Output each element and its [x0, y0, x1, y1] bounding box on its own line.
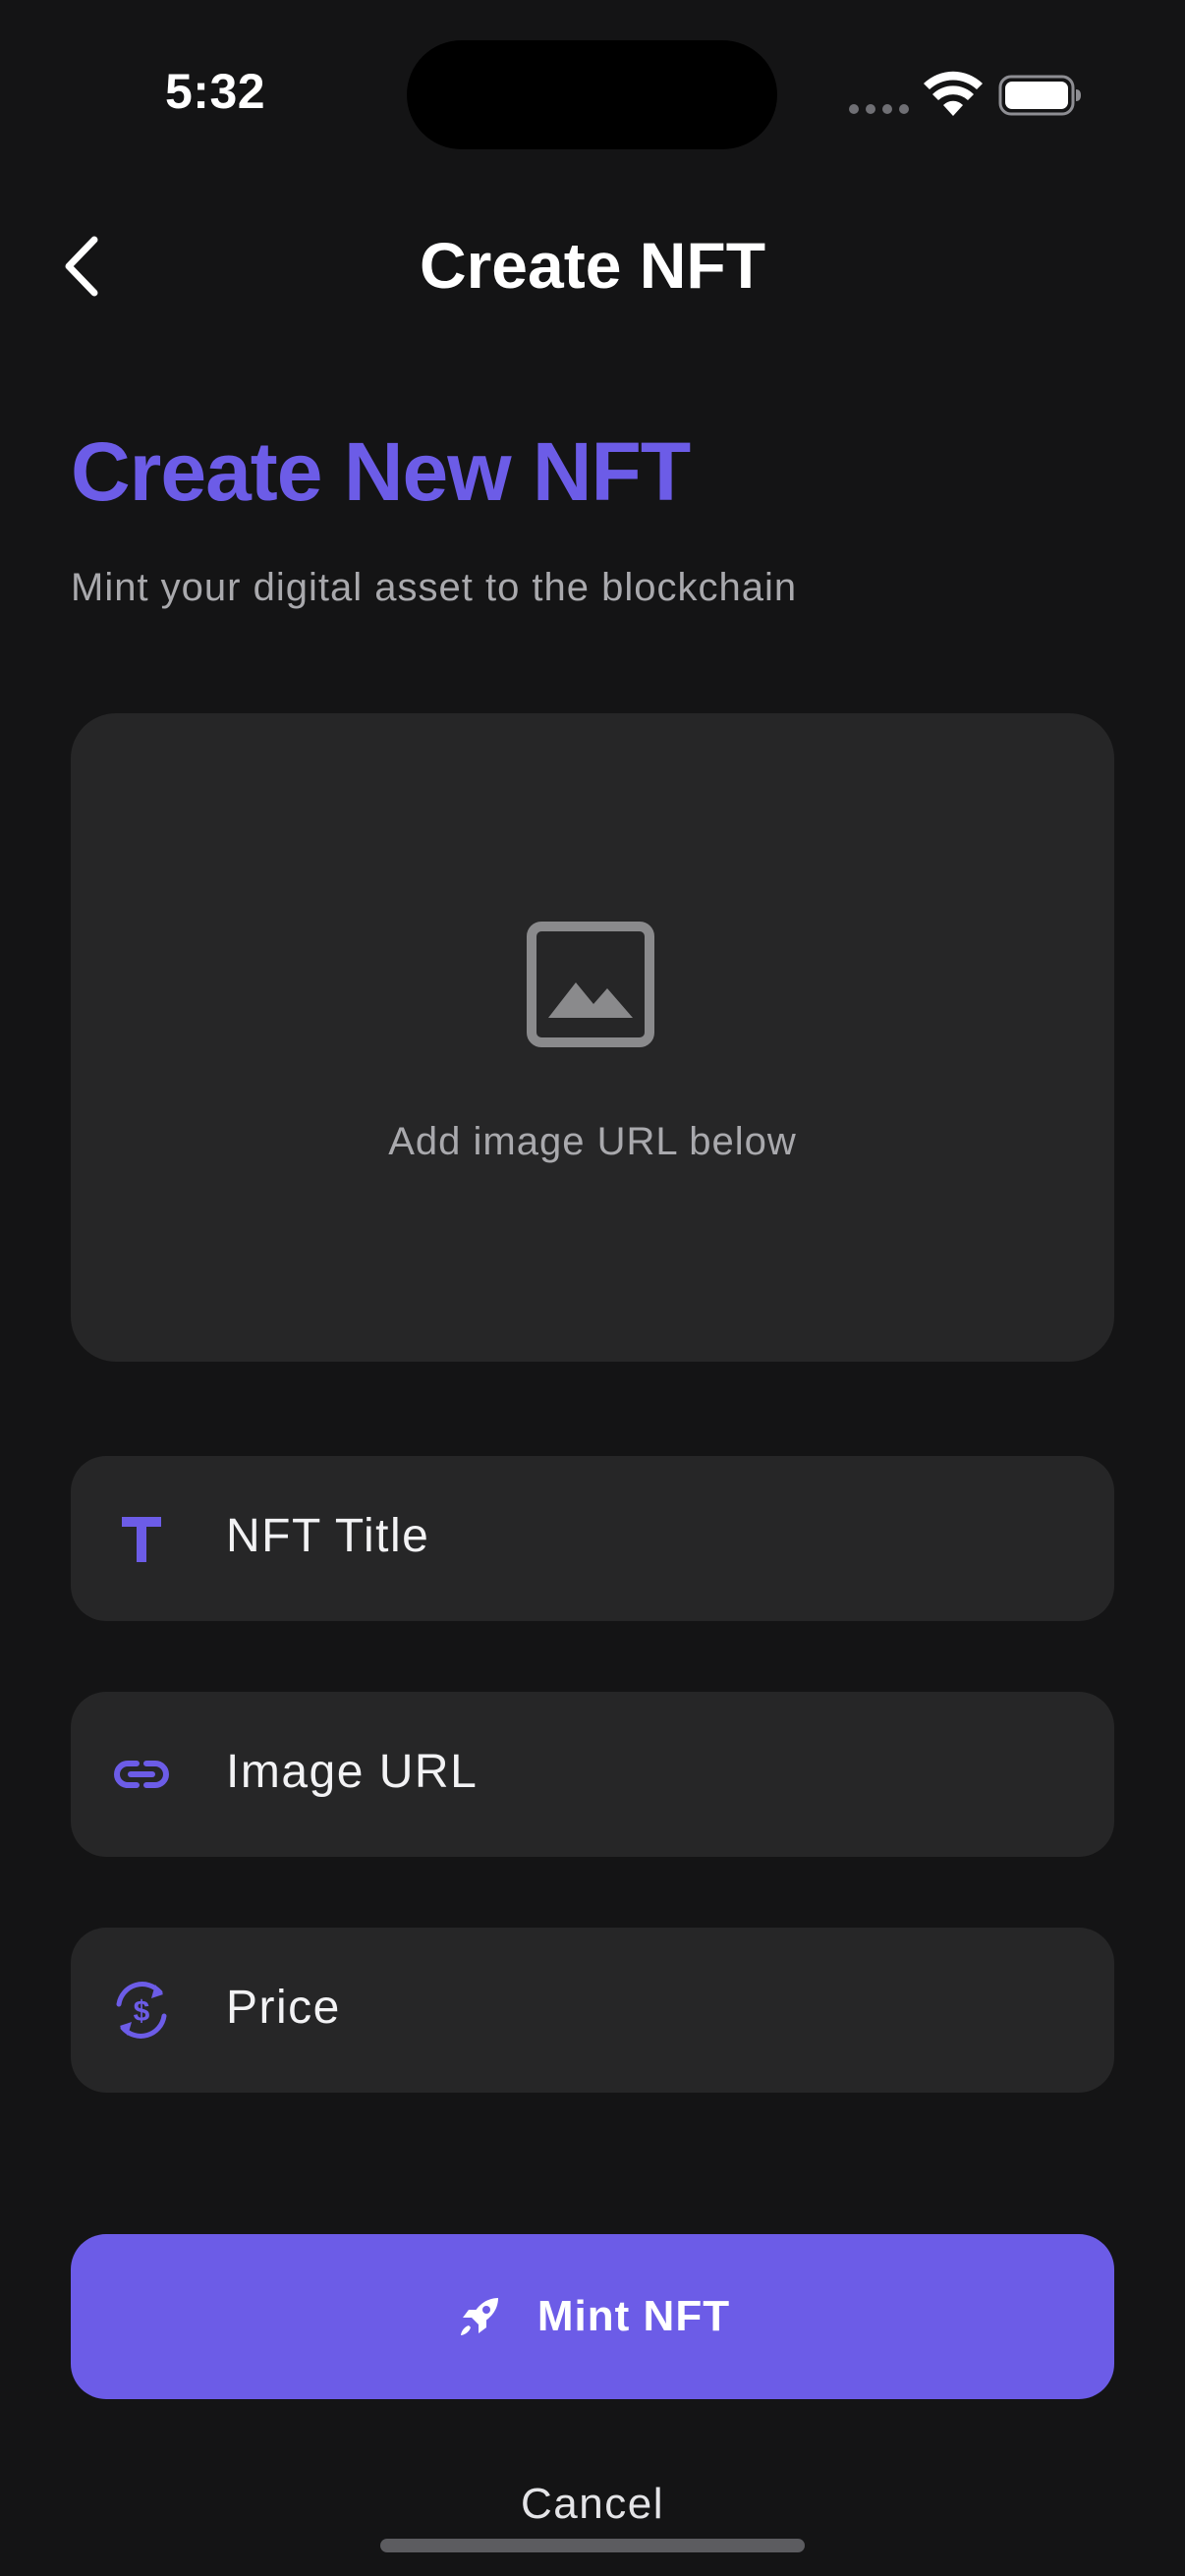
wifi-icon — [924, 71, 983, 116]
create-nft-screen: 5:32 Create NFT Create New NFT Mint your… — [0, 0, 1185, 2576]
price-field[interactable]: $ Price — [71, 1928, 1114, 2093]
image-url-field[interactable]: Image URL — [71, 1692, 1114, 1857]
page-subtitle: Mint your digital asset to the blockchai… — [71, 566, 798, 609]
mint-nft-button[interactable]: Mint NFT — [71, 2234, 1114, 2399]
home-indicator — [380, 2539, 805, 2552]
text-T-icon — [122, 1517, 161, 1562]
nft-title-field[interactable]: NFT Title — [71, 1456, 1114, 1621]
page-heading: Create New NFT — [71, 425, 691, 518]
nft-title-placeholder: NFT Title — [226, 1510, 430, 1562]
cancel-button[interactable]: Cancel — [0, 2480, 1185, 2529]
battery-icon — [998, 75, 1081, 116]
cellular-signal-icon — [849, 104, 909, 114]
nav-title: Create NFT — [419, 229, 766, 302]
rocket-icon — [460, 2298, 498, 2335]
currency-exchange-icon: $ — [116, 1982, 167, 2039]
image-url-placeholder: Image URL — [226, 1746, 479, 1798]
status-time: 5:32 — [165, 64, 266, 119]
price-placeholder: Price — [226, 1982, 341, 2034]
image-icon — [527, 922, 654, 1047]
image-preview: Add image URL below — [71, 713, 1114, 1362]
image-preview-hint: Add image URL below — [388, 1120, 797, 1163]
link-icon — [114, 1761, 169, 1788]
svg-text:$: $ — [134, 1995, 150, 2028]
mint-nft-label: Mint NFT — [536, 2292, 731, 2340]
dynamic-island — [407, 40, 777, 149]
